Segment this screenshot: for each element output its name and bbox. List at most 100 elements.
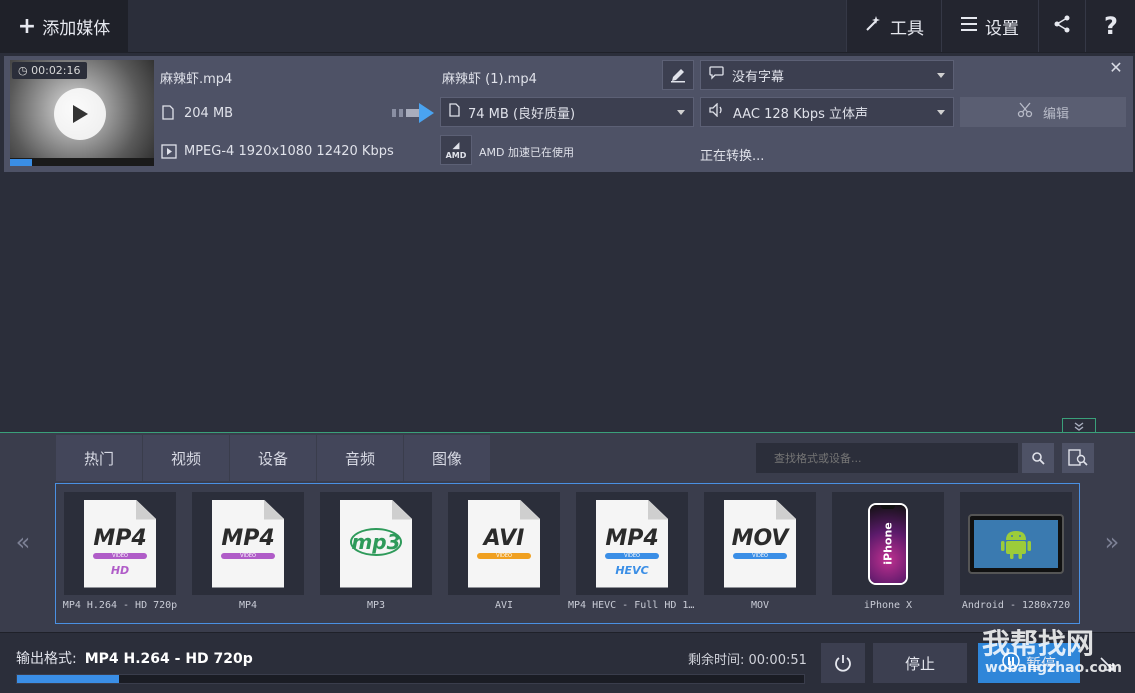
chevron-down-icon bbox=[937, 109, 945, 115]
mp4-file-icon: MP4 VIDEO HD bbox=[84, 499, 156, 588]
pencil-icon bbox=[671, 69, 685, 83]
settings-label: 设置 bbox=[985, 18, 1019, 39]
mp3-file-icon: mp3 bbox=[340, 499, 412, 588]
share-icon bbox=[1053, 15, 1071, 38]
close-icon[interactable]: ✕ bbox=[1108, 60, 1124, 76]
android-tablet-icon bbox=[968, 513, 1064, 574]
play-icon bbox=[73, 105, 88, 123]
duration-badge: ◷ 00:02:16 bbox=[12, 62, 87, 79]
source-size: 204 MB bbox=[184, 106, 234, 121]
format-card-mp4-hd[interactable]: MP4 VIDEO HD bbox=[64, 492, 176, 595]
search-button[interactable] bbox=[1022, 443, 1054, 473]
plus-icon: + bbox=[17, 13, 37, 39]
source-filename: 麻辣虾.mp4 bbox=[160, 72, 233, 87]
iphone-icon: iPhone bbox=[868, 502, 908, 585]
tools-label: 工具 bbox=[890, 18, 924, 39]
detect-device-button[interactable] bbox=[1062, 443, 1094, 473]
share-button[interactable] bbox=[1038, 0, 1085, 52]
format-card-avi[interactable]: AVI VIDEO bbox=[448, 492, 560, 595]
speech-bubble-icon bbox=[709, 66, 724, 84]
convert-arrow-icon bbox=[392, 103, 436, 127]
format-card-mov[interactable]: MOV VIDEO bbox=[704, 492, 816, 595]
amd-icon: ◢ bbox=[452, 140, 460, 151]
conversion-status: 正在转换... bbox=[700, 149, 765, 164]
tab-video[interactable]: 视频 bbox=[143, 435, 230, 481]
format-label: MP4 bbox=[238, 600, 258, 611]
conversion-progress-fill bbox=[17, 675, 120, 683]
subtitle-dropdown[interactable]: 没有字幕 bbox=[700, 60, 954, 90]
tools-button[interactable]: 工具 bbox=[846, 0, 941, 52]
output-format[interactable]: 输出格式: MP4 H.264 - HD 720p bbox=[16, 648, 253, 668]
settings-button[interactable]: 设置 bbox=[941, 0, 1038, 52]
add-media-button[interactable]: + 添加媒体 bbox=[0, 0, 128, 52]
format-search-input[interactable] bbox=[756, 443, 1018, 473]
mov-file-icon: MOV VIDEO bbox=[724, 499, 796, 588]
audio-dropdown[interactable]: AAC 128 Kbps 立体声 bbox=[700, 97, 954, 127]
stop-button[interactable]: 停止 bbox=[873, 643, 967, 683]
chevron-left-icon: « bbox=[15, 527, 31, 556]
power-icon bbox=[835, 655, 851, 672]
search-icon bbox=[1032, 452, 1045, 465]
conversion-progress-bar bbox=[16, 674, 805, 684]
scroll-left-button[interactable]: « bbox=[3, 490, 43, 593]
android-icon bbox=[1001, 530, 1031, 559]
file-icon bbox=[162, 105, 174, 124]
format-label: MP4 H.264 - HD 720p bbox=[62, 600, 178, 611]
chevron-down-icon bbox=[677, 109, 685, 115]
chevron-down-icon bbox=[937, 72, 945, 78]
power-button[interactable] bbox=[821, 643, 865, 683]
video-thumbnail[interactable]: ◷ 00:02:16 bbox=[10, 60, 154, 166]
format-label: Android - 1280x720 bbox=[961, 600, 1071, 611]
format-label: MP3 bbox=[366, 600, 386, 611]
output-format-label: 输出格式: bbox=[16, 651, 77, 667]
output-size-dropdown[interactable]: 74 MB (良好质量) bbox=[440, 97, 694, 127]
help-button[interactable]: ? bbox=[1085, 0, 1135, 52]
tab-popular[interactable]: 热门 bbox=[56, 435, 143, 481]
format-card-mp3[interactable]: mp3 bbox=[320, 492, 432, 595]
format-label: MP4 HEVC - Full HD 1080p bbox=[568, 600, 696, 611]
format-label: iPhone X bbox=[863, 600, 913, 611]
tab-devices[interactable]: 设备 bbox=[230, 435, 317, 481]
help-icon: ? bbox=[1104, 12, 1118, 40]
amd-badge: ◢ AMD bbox=[440, 135, 472, 165]
format-card-iphone-x[interactable]: iPhone bbox=[832, 492, 944, 595]
file-list-empty-area bbox=[0, 173, 1135, 432]
format-label: AVI bbox=[494, 600, 514, 611]
add-media-label: 添加媒体 bbox=[42, 18, 111, 39]
tab-audio[interactable]: 音频 bbox=[317, 435, 404, 481]
thumbnail-progress-fill bbox=[10, 159, 32, 166]
scroll-right-button[interactable]: » bbox=[1092, 490, 1132, 593]
device-search-icon bbox=[1068, 449, 1088, 466]
audio-value: AAC 128 Kbps 立体声 bbox=[733, 106, 869, 122]
menu-icon bbox=[961, 16, 977, 36]
edit-button[interactable]: 编辑 bbox=[960, 97, 1126, 127]
remaining-time: 剩余时间: 00:00:51 bbox=[688, 653, 807, 668]
format-card-mp4-hevc[interactable]: MP4 VIDEO HEVC bbox=[576, 492, 688, 595]
source-format: MPEG-4 1920x1080 12420 Kbps bbox=[184, 144, 394, 159]
output-format-value: MP4 H.264 - HD 720p bbox=[84, 651, 253, 667]
hevc-file-icon: MP4 VIDEO HEVC bbox=[596, 499, 668, 588]
rename-button[interactable] bbox=[662, 60, 694, 90]
duration-text: 00:02:16 bbox=[31, 64, 81, 77]
output-size: 74 MB (良好质量) bbox=[468, 106, 576, 122]
speaker-icon bbox=[709, 102, 725, 121]
mp4-file-icon: MP4 VIDEO bbox=[212, 499, 284, 588]
scissors-icon bbox=[1017, 102, 1033, 122]
thumbnail-progress bbox=[10, 159, 154, 166]
amd-status: AMD 加速已在使用 bbox=[479, 146, 574, 159]
watermark-url: wobangzhao.com bbox=[985, 660, 1123, 676]
watermark-text: 我帮找网 bbox=[982, 627, 1095, 660]
magic-wand-icon bbox=[864, 15, 882, 38]
subtitle-value: 没有字幕 bbox=[732, 69, 785, 85]
double-chevron-down-icon bbox=[1074, 421, 1084, 431]
play-button[interactable] bbox=[54, 88, 106, 140]
format-label: MOV bbox=[750, 600, 770, 611]
clock-icon: ◷ bbox=[18, 64, 28, 77]
format-card-android[interactable] bbox=[960, 492, 1072, 595]
output-filename: 麻辣虾 (1).mp4 bbox=[442, 72, 537, 87]
chevron-right-icon: » bbox=[1104, 527, 1120, 556]
file-row[interactable]: ◷ 00:02:16 麻辣虾.mp4 204 MB MPEG-4 1920x10… bbox=[4, 56, 1133, 172]
format-card-mp4[interactable]: MP4 VIDEO bbox=[192, 492, 304, 595]
film-icon bbox=[161, 144, 177, 163]
tab-images[interactable]: 图像 bbox=[404, 435, 491, 481]
